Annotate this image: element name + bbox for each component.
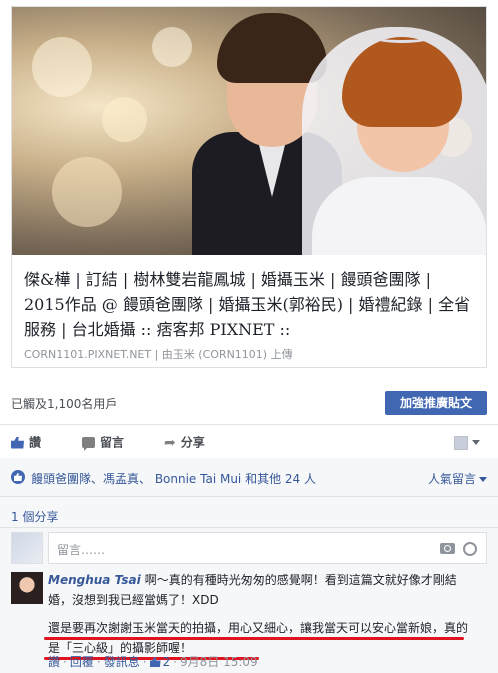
red-underline-annotation <box>44 637 464 640</box>
bokeh-light <box>32 37 92 97</box>
like-label: 讚 <box>29 435 42 450</box>
comment-actions: 讚 · 回覆 · 發訊息 · 2 · 9月8日 15:09 <box>48 653 258 670</box>
share-label: 分享 <box>180 435 205 450</box>
bokeh-light <box>152 27 192 67</box>
action-bar: 讚 留言 ➦ 分享 <box>0 430 498 454</box>
separator-dot: · <box>96 655 101 669</box>
bride-tiara <box>372 31 432 43</box>
bride-dress <box>312 177 486 255</box>
comment-label: 留言 <box>100 435 125 450</box>
link-source: CORN1101.PIXNET.NET | 由玉米 (CORN1101) 上傳 <box>24 348 293 361</box>
thumbs-up-icon <box>11 436 24 449</box>
comment-input[interactable]: 留言…… <box>48 532 487 564</box>
like-reaction-icon <box>11 470 25 484</box>
divider <box>0 496 498 497</box>
reach-text[interactable]: 已觸及1,100名用戶 <box>11 395 117 412</box>
page-avatar-icon <box>454 435 468 450</box>
boost-post-button[interactable]: 加強推廣貼文 <box>385 391 487 415</box>
preview-image[interactable] <box>12 7 486 255</box>
comment-paragraph: 還是要再次謝謝玉米當天的拍攝，用心又細心，讓我當天可以安心當新娘，真的是「三心級… <box>44 618 478 660</box>
link-title[interactable]: 傑&樺 | 訂結 | 樹林雙岩龍鳳城 | 婚攝玉米 | 饅頭爸團隊 | 2015… <box>24 267 474 342</box>
camera-icon[interactable] <box>440 543 455 554</box>
like-button[interactable]: 讚 <box>11 430 41 454</box>
divider <box>0 527 498 528</box>
like-count-value: 2 <box>162 655 171 669</box>
chevron-down-icon <box>472 440 480 445</box>
link-preview-card[interactable]: 傑&樺 | 訂結 | 樹林雙岩龍鳳城 | 婚攝玉米 | 饅頭爸團隊 | 2015… <box>11 6 487 368</box>
comment-sort-label: 人氣留言 <box>427 472 476 486</box>
comment-composer: 留言…… <box>11 532 487 564</box>
bokeh-light <box>102 97 147 142</box>
separator-dot: · <box>173 655 177 669</box>
page-avatar <box>11 532 43 564</box>
comment-sort-dropdown[interactable]: 人氣留言 <box>428 470 487 487</box>
comment-placeholder: 留言…… <box>57 543 106 557</box>
comment-author[interactable]: Menghua Tsai <box>48 573 141 587</box>
groom-hair <box>217 13 327 83</box>
comment-bubble-icon <box>82 437 95 451</box>
thumbs-up-icon <box>149 657 161 667</box>
likes-summary: 饅頭爸團隊、馮孟真、 Bonnie Tai Mui 和其他 24 人 人氣留言 <box>11 468 487 486</box>
share-button[interactable]: ➦ 分享 <box>164 430 205 454</box>
shares-count[interactable]: 1 個分享 <box>11 508 58 525</box>
comment-paragraph: Menghua Tsai 啊～真的有種時光匆匆的感覺啊！看到這篇文就好像才剛結婚，… <box>48 570 478 610</box>
separator-dot: · <box>142 655 147 669</box>
commenter-avatar[interactable] <box>11 572 43 604</box>
likes-text[interactable]: 饅頭爸團隊、馮孟真、 Bonnie Tai Mui 和其他 24 人 <box>31 470 316 487</box>
reach-row: 已觸及1,100名用戶 加強推廣貼文 <box>0 388 498 418</box>
share-arrow-icon: ➦ <box>164 434 176 451</box>
bokeh-light <box>52 157 122 227</box>
comment-body: Menghua Tsai 啊～真的有種時光匆匆的感覺啊！看到這篇文就好像才剛結婚，… <box>44 570 478 660</box>
comment-like-link[interactable]: 讚 <box>48 655 60 669</box>
chevron-down-icon <box>479 477 487 482</box>
comment-timestamp[interactable]: 9月8日 15:09 <box>180 655 258 669</box>
page-voice-selector[interactable] <box>454 435 486 451</box>
divider <box>0 424 498 425</box>
comment-button[interactable]: 留言 <box>82 430 124 454</box>
comment-message-link[interactable]: 發訊息 <box>104 655 140 669</box>
comment-like-count[interactable]: 2 <box>149 655 171 669</box>
emoji-icon[interactable] <box>463 542 477 556</box>
separator-dot: · <box>63 655 67 669</box>
comment-reply-link[interactable]: 回覆 <box>70 655 94 669</box>
